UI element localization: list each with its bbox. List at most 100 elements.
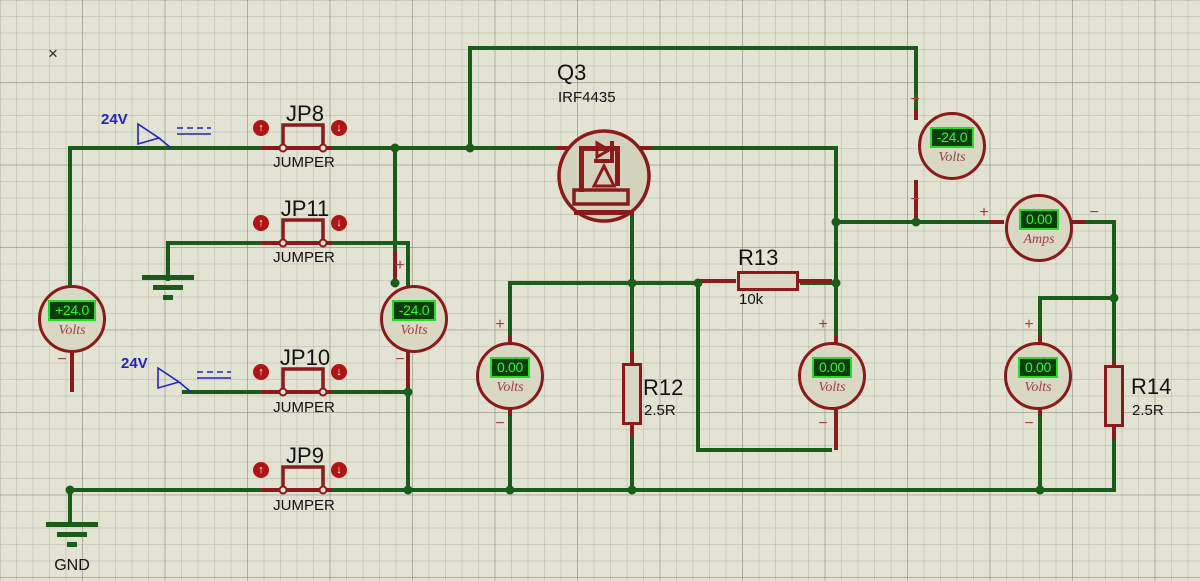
ammeter-a1[interactable]: 0.00 Amps xyxy=(1005,194,1073,262)
jumper-arrow-down-icon[interactable]: ↓ xyxy=(331,120,347,136)
wire-gnd-bottom-rail xyxy=(68,488,1116,492)
resistor-body-r13[interactable] xyxy=(737,271,799,291)
wire-jp10-right-out xyxy=(326,390,408,394)
meter-minus-sign: − xyxy=(1024,415,1034,432)
junction-dot xyxy=(390,278,400,288)
junction-dot xyxy=(911,217,921,227)
voltmeter-v3[interactable]: -24.0 Volts xyxy=(380,285,448,353)
resistor-value-r14: 2.5R xyxy=(1132,402,1164,419)
jumper-arrow-down-icon[interactable]: ↓ xyxy=(331,215,347,231)
junction-dot xyxy=(403,485,413,495)
meter-plus-sign: + xyxy=(979,204,989,221)
meter-plus-sign: + xyxy=(910,91,920,108)
meter-unit: Volts xyxy=(58,322,86,338)
jumper-arrow-up-icon[interactable]: ↑ xyxy=(253,364,269,380)
pin-v2b-minus xyxy=(406,350,410,392)
wire-gnd-to-jp11 xyxy=(166,241,270,245)
ground-symbol-main xyxy=(46,522,98,547)
meter-reading: 0.00 xyxy=(489,356,531,378)
jumper-terminal[interactable] xyxy=(278,143,288,153)
junction-dot xyxy=(831,217,841,227)
wire-ammeter-down xyxy=(1112,220,1116,298)
meter-plus-sign: + xyxy=(818,316,828,333)
junction-dot xyxy=(505,485,515,495)
voltmeter-v5[interactable]: 0.00 Volts xyxy=(798,342,866,410)
meter-reading: 0.00 xyxy=(1018,208,1060,230)
resistor-ref-r13[interactable]: R13 xyxy=(738,245,778,271)
jumper-terminal[interactable] xyxy=(278,387,288,397)
wire-jp9-right-out xyxy=(326,488,410,492)
jumper-label-jp9: JUMPER xyxy=(273,497,335,514)
junction-dot xyxy=(403,387,413,397)
pin-a1-minus xyxy=(1072,220,1086,224)
meter-unit: Volts xyxy=(400,322,428,338)
jumper-label-jp11: JUMPER xyxy=(273,249,335,266)
meter-reading: 0.00 xyxy=(1017,356,1059,378)
transistor-part-q3: IRF4435 xyxy=(558,89,616,106)
wire-q3-drain-right xyxy=(650,146,838,150)
jumper-arrow-up-icon[interactable]: ↑ xyxy=(253,120,269,136)
jumper-terminal[interactable] xyxy=(318,143,328,153)
jumper-terminal[interactable] xyxy=(278,485,288,495)
jumper-arrow-down-icon[interactable]: ↓ xyxy=(331,364,347,380)
net-flag-icon-1 xyxy=(137,122,211,149)
meter-unit: Volts xyxy=(496,379,524,395)
junction-dot xyxy=(65,485,75,495)
resistor-value-r12: 2.5R xyxy=(644,402,676,419)
net-label-24v-1[interactable]: 24V xyxy=(101,111,128,128)
resistor-body-r14[interactable] xyxy=(1104,365,1124,427)
wire-node698-down xyxy=(696,281,700,452)
wire-v6-minus-down xyxy=(1038,410,1042,490)
wire-drain-down xyxy=(834,146,838,284)
voltmeter-v1[interactable]: +24.0 Volts xyxy=(38,285,106,353)
transistor-ref-q3[interactable]: Q3 xyxy=(557,60,586,86)
resistor-value-r13: 10k xyxy=(739,291,764,308)
schematic-canvas[interactable]: × GND 24V 24V JP8 ↑ ↓ JUMPER JP11 ↑ ↓ JU… xyxy=(0,0,1200,581)
meter-minus-sign: − xyxy=(395,351,405,368)
meter-reading: 0.00 xyxy=(811,356,853,378)
jumper-arrow-up-icon[interactable]: ↑ xyxy=(253,462,269,478)
wire-vcc-down-to-v1 xyxy=(68,146,72,294)
meter-minus-sign: − xyxy=(910,191,920,208)
pin-a1-plus xyxy=(990,220,1004,224)
wire-mid-rail-left xyxy=(508,281,700,285)
jumper-arrow-up-icon[interactable]: ↑ xyxy=(253,215,269,231)
wire-v4-minus-down xyxy=(508,410,512,490)
net-label-24v-2[interactable]: 24V xyxy=(121,355,148,372)
voltmeter-v2[interactable]: -24.0 Volts xyxy=(918,112,986,180)
jumper-label-jp10: JUMPER xyxy=(273,399,335,416)
voltmeter-v6[interactable]: 0.00 Volts xyxy=(1004,342,1072,410)
resistor-ref-r14[interactable]: R14 xyxy=(1131,374,1171,400)
pin-r13-left xyxy=(700,279,736,283)
wire-to-v4-plus xyxy=(508,281,512,341)
jumper-arrow-down-icon[interactable]: ↓ xyxy=(331,462,347,478)
wire-gate-left-down xyxy=(468,46,472,148)
meter-unit: Amps xyxy=(1023,231,1055,247)
meter-plus-sign: + xyxy=(495,316,505,333)
mosfet-symbol-icon[interactable] xyxy=(556,128,652,224)
jumper-terminal[interactable] xyxy=(278,238,288,248)
ground-label: GND xyxy=(54,557,90,574)
resistor-ref-r12[interactable]: R12 xyxy=(643,375,683,401)
voltmeter-v4[interactable]: 0.00 Volts xyxy=(476,342,544,410)
junction-dot xyxy=(831,278,841,288)
origin-cross-icon: × xyxy=(48,44,58,63)
net-flag-icon-2 xyxy=(157,366,231,393)
meter-plus-sign: + xyxy=(1024,316,1034,333)
junction-dot xyxy=(465,143,475,153)
resistor-body-r12[interactable] xyxy=(622,363,642,425)
jumper-terminal[interactable] xyxy=(318,485,328,495)
meter-minus-sign: − xyxy=(1089,204,1099,221)
junction-dot xyxy=(1109,293,1119,303)
wire-v5-minus-return xyxy=(696,448,832,452)
jumper-terminal[interactable] xyxy=(318,238,328,248)
wire-v5-plus-up xyxy=(834,281,838,341)
wire-jp11-right xyxy=(326,241,410,245)
meter-unit: Volts xyxy=(818,379,846,395)
junction-dot xyxy=(627,485,637,495)
junction-dot xyxy=(693,278,703,288)
meter-minus-sign: − xyxy=(57,351,67,368)
jumper-terminal[interactable] xyxy=(318,387,328,397)
wire-r14-top xyxy=(1112,296,1116,368)
junction-dot xyxy=(627,278,637,288)
